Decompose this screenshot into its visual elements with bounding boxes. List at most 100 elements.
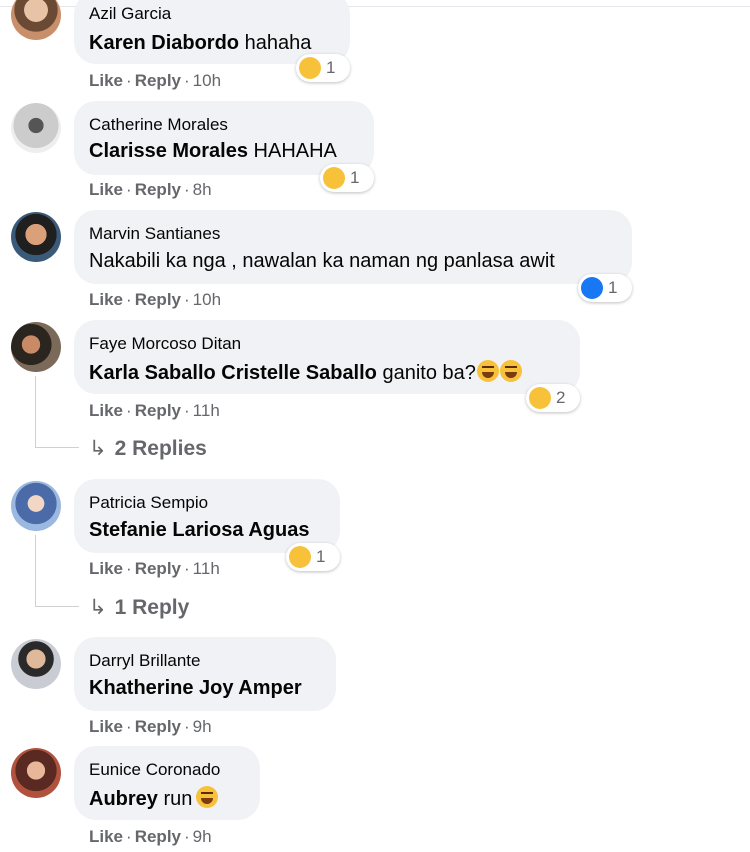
avatar[interactable] — [11, 212, 61, 262]
thread-line — [35, 447, 79, 448]
reaction-count[interactable]: 1 — [578, 274, 632, 302]
thread-line — [35, 606, 79, 607]
avatar[interactable] — [11, 481, 61, 531]
comment-actions: Like · Reply · 9h — [89, 827, 212, 847]
tagged-user[interactable]: Karla Saballo Cristelle Saballo — [89, 362, 377, 384]
wow-icon — [299, 57, 321, 79]
comment-body: ganito ba? — [376, 362, 476, 384]
separator: · — [184, 401, 190, 420]
reaction-count[interactable]: 1 — [286, 543, 340, 571]
commenter-name[interactable]: Azil Garcia — [89, 4, 171, 24]
reply-button[interactable]: Reply — [135, 717, 181, 736]
timestamp[interactable]: 10h — [193, 71, 221, 90]
avatar[interactable] — [11, 0, 61, 40]
reply-button[interactable]: Reply — [135, 401, 181, 420]
avatar[interactable] — [11, 639, 61, 689]
reaction-number: 1 — [608, 278, 618, 297]
thread-line — [35, 535, 36, 606]
comment-text: Aubrey run — [89, 786, 219, 811]
separator: · — [184, 559, 190, 578]
comment-bubble: Patricia Sempio Stefanie Lariosa Aguas — [74, 479, 340, 553]
reply-button[interactable]: Reply — [135, 71, 181, 90]
reply-button[interactable]: Reply — [135, 180, 181, 199]
timestamp[interactable]: 8h — [193, 180, 212, 199]
reply-button[interactable]: Reply — [135, 827, 181, 846]
reply-button[interactable]: Reply — [135, 559, 181, 578]
comment-actions: Like · Reply · 11h — [89, 559, 220, 579]
like-button[interactable]: Like — [89, 290, 123, 309]
comment-text: Nakabili ka nga , nawalan ka naman ng pa… — [89, 250, 555, 273]
timestamp[interactable]: 11h — [193, 401, 220, 420]
separator: · — [184, 71, 190, 90]
commenter-name[interactable]: Marvin Santianes — [89, 224, 220, 244]
separator: · — [184, 290, 190, 309]
comment-body: HAHAHA — [247, 140, 337, 162]
comment-body: run — [157, 788, 193, 810]
rofl-emoji-icon — [196, 786, 219, 808]
like-button[interactable]: Like — [89, 401, 123, 420]
reaction-number: 2 — [556, 388, 566, 407]
tagged-user[interactable]: Clarisse Morales — [89, 140, 248, 162]
timestamp[interactable]: 11h — [193, 559, 220, 578]
reply-arrow-icon: ↳ — [89, 437, 107, 460]
comment-body: hahaha — [239, 32, 312, 54]
separator: · — [126, 401, 132, 420]
like-button[interactable]: Like — [89, 827, 123, 846]
separator: · — [126, 717, 132, 736]
view-replies-link[interactable]: ↳ 2 Replies — [89, 436, 207, 461]
comment-actions: Like · Reply · 11h — [89, 401, 220, 421]
comment-bubble: Marvin Santianes Nakabili ka nga , nawal… — [74, 210, 632, 284]
comment-text: Khatherine Joy Amper — [89, 677, 302, 700]
like-button[interactable]: Like — [89, 717, 123, 736]
comment-text: Karla Saballo Cristelle Saballo ganito b… — [89, 360, 522, 385]
timestamp[interactable]: 9h — [193, 717, 212, 736]
replies-count: 2 Replies — [114, 437, 207, 460]
timestamp[interactable]: 10h — [193, 290, 221, 309]
reaction-count[interactable]: 1 — [296, 54, 350, 82]
separator: · — [184, 827, 190, 846]
laughing-emoji-icon — [499, 360, 522, 382]
separator: · — [184, 180, 190, 199]
view-replies-link[interactable]: ↳ 1 Reply — [89, 595, 189, 620]
timestamp[interactable]: 9h — [193, 827, 212, 846]
reaction-number: 1 — [350, 168, 360, 187]
reaction-count[interactable]: 1 — [320, 164, 374, 192]
tagged-user[interactable]: Karen Diabordo — [89, 32, 239, 54]
like-button[interactable]: Like — [89, 180, 123, 199]
commenter-name[interactable]: Patricia Sempio — [89, 493, 208, 513]
haha-icon — [529, 387, 551, 409]
tagged-user[interactable]: Stefanie Lariosa Aguas — [89, 519, 309, 541]
reply-button[interactable]: Reply — [135, 290, 181, 309]
tagged-user[interactable]: Khatherine Joy Amper — [89, 677, 302, 699]
tagged-user[interactable]: Aubrey — [89, 788, 158, 810]
comment-actions: Like · Reply · 8h — [89, 180, 212, 200]
comment-bubble: Faye Morcoso Ditan Karla Saballo Cristel… — [74, 320, 580, 394]
comment-text: Stefanie Lariosa Aguas — [89, 519, 309, 542]
commenter-name[interactable]: Eunice Coronado — [89, 760, 220, 780]
comment-text: Clarisse Morales HAHAHA — [89, 140, 337, 163]
comment-actions: Like · Reply · 10h — [89, 71, 221, 91]
reply-arrow-icon: ↳ — [89, 596, 107, 619]
commenter-name[interactable]: Darryl Brillante — [89, 651, 200, 671]
commenter-name[interactable]: Faye Morcoso Ditan — [89, 334, 241, 354]
comment-bubble: Eunice Coronado Aubrey run — [74, 746, 260, 820]
thread-line — [35, 376, 36, 447]
like-button[interactable]: Like — [89, 559, 123, 578]
separator: · — [126, 180, 132, 199]
like-button[interactable]: Like — [89, 71, 123, 90]
laughing-emoji-icon — [476, 360, 499, 382]
separator: · — [126, 559, 132, 578]
avatar[interactable] — [11, 748, 61, 798]
separator: · — [126, 71, 132, 90]
avatar[interactable] — [11, 322, 61, 372]
haha-icon — [323, 167, 345, 189]
separator: · — [126, 290, 132, 309]
comment-actions: Like · Reply · 9h — [89, 717, 212, 737]
commenter-name[interactable]: Catherine Morales — [89, 115, 228, 135]
comment-text: Karen Diabordo hahaha — [89, 32, 311, 55]
reaction-number: 1 — [326, 58, 336, 77]
reaction-count[interactable]: 2 — [526, 384, 580, 412]
avatar[interactable] — [11, 103, 61, 153]
haha-icon — [289, 546, 311, 568]
separator: · — [184, 717, 190, 736]
